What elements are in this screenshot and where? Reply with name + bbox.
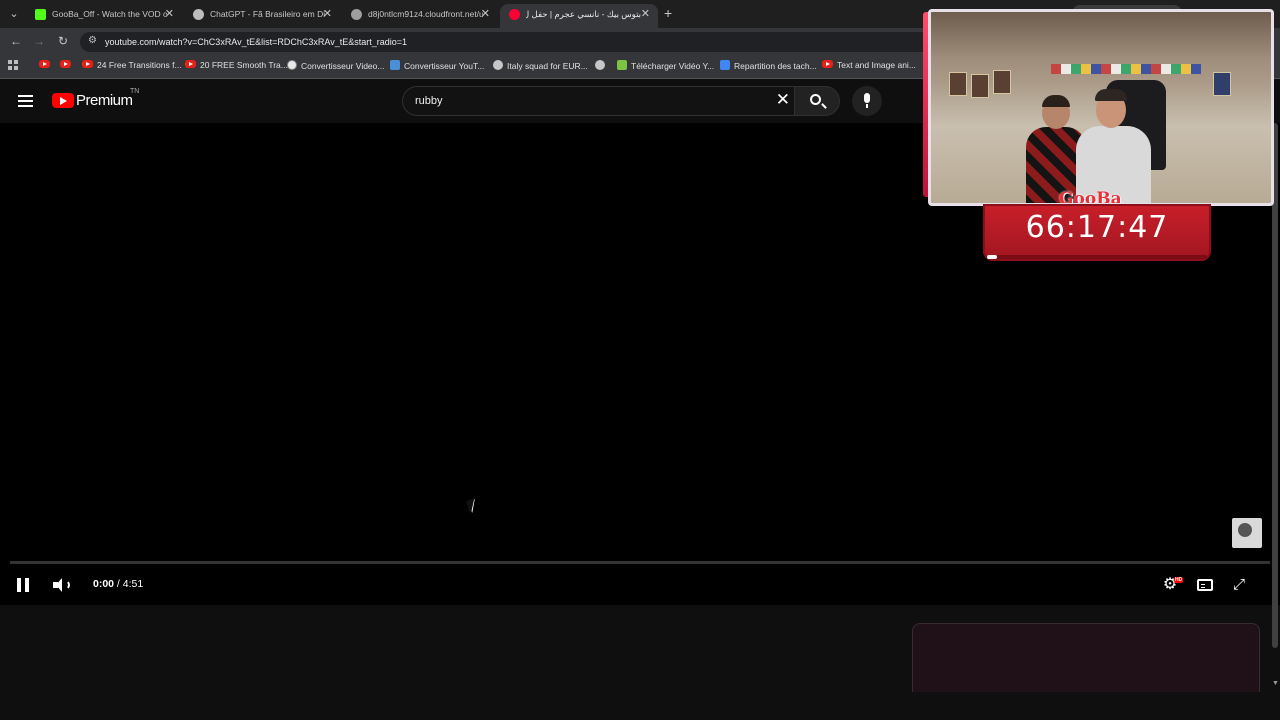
tab-gooba-vod[interactable]: GooBa_Off - Watch the VOD on ✕ (26, 4, 182, 28)
tab-label: ChatGPT - Fã Brasileiro em Dia (210, 9, 325, 19)
bookmark-label: 24 Free Transitions f... (97, 60, 182, 70)
mouse-cursor-icon (468, 499, 479, 513)
youtube-icon (822, 60, 833, 68)
globe-icon (595, 60, 605, 70)
tab-label: بتوس بيك - نانسي عجرم | حفل ل (526, 9, 641, 19)
site-info-icon[interactable]: ⚙ (88, 35, 97, 46)
youtube-icon (60, 60, 71, 68)
download-icon (617, 60, 627, 70)
close-tab-icon[interactable]: ✕ (641, 7, 650, 20)
timer-value: 66:17:47 (1025, 210, 1169, 245)
bookmark-label: Convertisseur Video... (301, 61, 385, 71)
close-tab-icon[interactable]: ✕ (481, 7, 490, 20)
microphone-icon (864, 93, 870, 108)
youtube-logo-icon[interactable] (52, 93, 74, 108)
bookmark-youtube-2[interactable] (60, 60, 75, 74)
globe-favicon-icon (351, 9, 362, 20)
tab-label: d8j0ntlcm91z4.cloudfront.net/u (368, 9, 483, 19)
bookmark-label: Italy squad for EUR... (507, 61, 588, 71)
mute-button[interactable] (53, 578, 71, 592)
channel-logo-icon (1238, 523, 1252, 537)
bookmark-20-free-smooth[interactable]: 20 FREE Smooth Tra... (185, 60, 288, 74)
subtitles-button[interactable] (1197, 579, 1213, 591)
search-query[interactable]: rubby (415, 95, 443, 107)
bookmark-convertisseur-video[interactable]: Convertisseur Video... (287, 60, 384, 74)
converter-icon (390, 60, 400, 70)
tab-label: GooBa_Off - Watch the VOD on (52, 9, 167, 19)
duration: 4:51 (122, 578, 144, 590)
close-tab-icon[interactable]: ✕ (323, 7, 332, 20)
tab-search-icon[interactable]: ⌄ (6, 6, 22, 22)
fullscreen-button[interactable]: ⤢ (1233, 576, 1245, 593)
youtube-favicon-icon (509, 9, 520, 20)
url-text[interactable]: youtube.com/watch?v=ChC3xRAv_tE&list=RDC… (105, 37, 407, 47)
wall-poster (971, 74, 989, 98)
menu-icon[interactable] (18, 95, 33, 107)
voice-search-button[interactable] (852, 86, 882, 116)
search-icon (810, 94, 821, 105)
bookmark-convertisseur-youtube[interactable]: Convertisseur YouT... (390, 60, 484, 74)
page-scrollbar[interactable]: ▼ (1270, 123, 1280, 690)
bookmark-youtube-1[interactable] (39, 60, 54, 74)
time-display: 0:00 / 4:51 (93, 578, 143, 590)
kick-favicon-icon (35, 9, 46, 20)
chatgpt-favicon-icon (193, 9, 204, 20)
search-button[interactable] (794, 86, 840, 116)
timer-progress (987, 255, 1207, 259)
forward-arrow-icon[interactable]: → (33, 34, 45, 48)
tab-youtube-nancy[interactable]: بتوس بيك - نانسي عجرم | حفل ل ✕ (500, 4, 658, 28)
clear-search-icon[interactable]: ✕ (776, 90, 790, 110)
bookmark-globe[interactable] (595, 60, 609, 74)
channel-watermark[interactable] (1232, 518, 1262, 548)
bookmark-label: 20 FREE Smooth Tra... (200, 60, 288, 70)
current-time: 0:00 (93, 578, 115, 590)
bookmark-label: Télécharger Vidéo Y... (631, 61, 715, 71)
playlist-panel[interactable] (912, 623, 1260, 692)
bookmark-label: Repartition des tach... (734, 61, 817, 71)
progress-bar[interactable] (10, 561, 1270, 564)
stream-timer: 66:17:47 (983, 204, 1211, 261)
bookmark-label: Convertisseur YouT... (404, 61, 485, 71)
youtube-icon (39, 60, 50, 68)
apps-grid-icon[interactable] (8, 60, 19, 71)
flag-garland (1051, 64, 1201, 74)
reload-icon[interactable]: ↻ (58, 34, 68, 48)
hd-badge: HD (1174, 577, 1184, 583)
youtube-icon (185, 60, 196, 68)
new-tab-button[interactable]: + (664, 5, 672, 21)
bookmark-label: Text and Image ani... (837, 60, 916, 70)
speaker-icon (53, 578, 62, 592)
tab-chatgpt[interactable]: ChatGPT - Fã Brasileiro em Dia ✕ (184, 4, 340, 28)
bookmark-24-free-transitions[interactable]: 24 Free Transitions f... (82, 60, 182, 74)
globe-icon (493, 60, 503, 70)
docs-icon (720, 60, 730, 70)
close-tab-icon[interactable]: ✕ (165, 7, 174, 20)
below-player-area (0, 605, 1280, 720)
time-separator: / (114, 578, 123, 590)
bookmark-telecharger-video[interactable]: Télécharger Vidéo Y... (617, 60, 714, 74)
wall-poster (1213, 72, 1231, 96)
google-icon (287, 60, 297, 70)
wall-poster (949, 72, 967, 96)
address-bar[interactable]: ⚙ youtube.com/watch?v=ChC3xRAv_tE&list=R… (80, 32, 940, 52)
search-input[interactable]: rubby ✕ (402, 86, 794, 116)
bookmark-italy-squad[interactable]: Italy squad for EUR... (493, 60, 588, 74)
youtube-icon (82, 60, 93, 68)
room-ceiling (931, 12, 1271, 58)
scroll-down-arrow-icon[interactable]: ▼ (1272, 680, 1279, 687)
tab-cloudfront[interactable]: d8j0ntlcm91z4.cloudfront.net/u ✕ (342, 4, 498, 28)
back-arrow-icon[interactable]: ← (10, 34, 22, 48)
premium-logo-text[interactable]: Premium (76, 92, 133, 109)
pause-button[interactable] (17, 578, 29, 592)
wall-poster (993, 70, 1011, 94)
webcam-overlay: GooBa (928, 9, 1274, 206)
bookmark-text-image-anim[interactable]: Text and Image ani... (822, 60, 916, 74)
bookmark-repartition-taches[interactable]: Repartition des tach... (720, 60, 817, 74)
country-code: TN (130, 88, 140, 95)
